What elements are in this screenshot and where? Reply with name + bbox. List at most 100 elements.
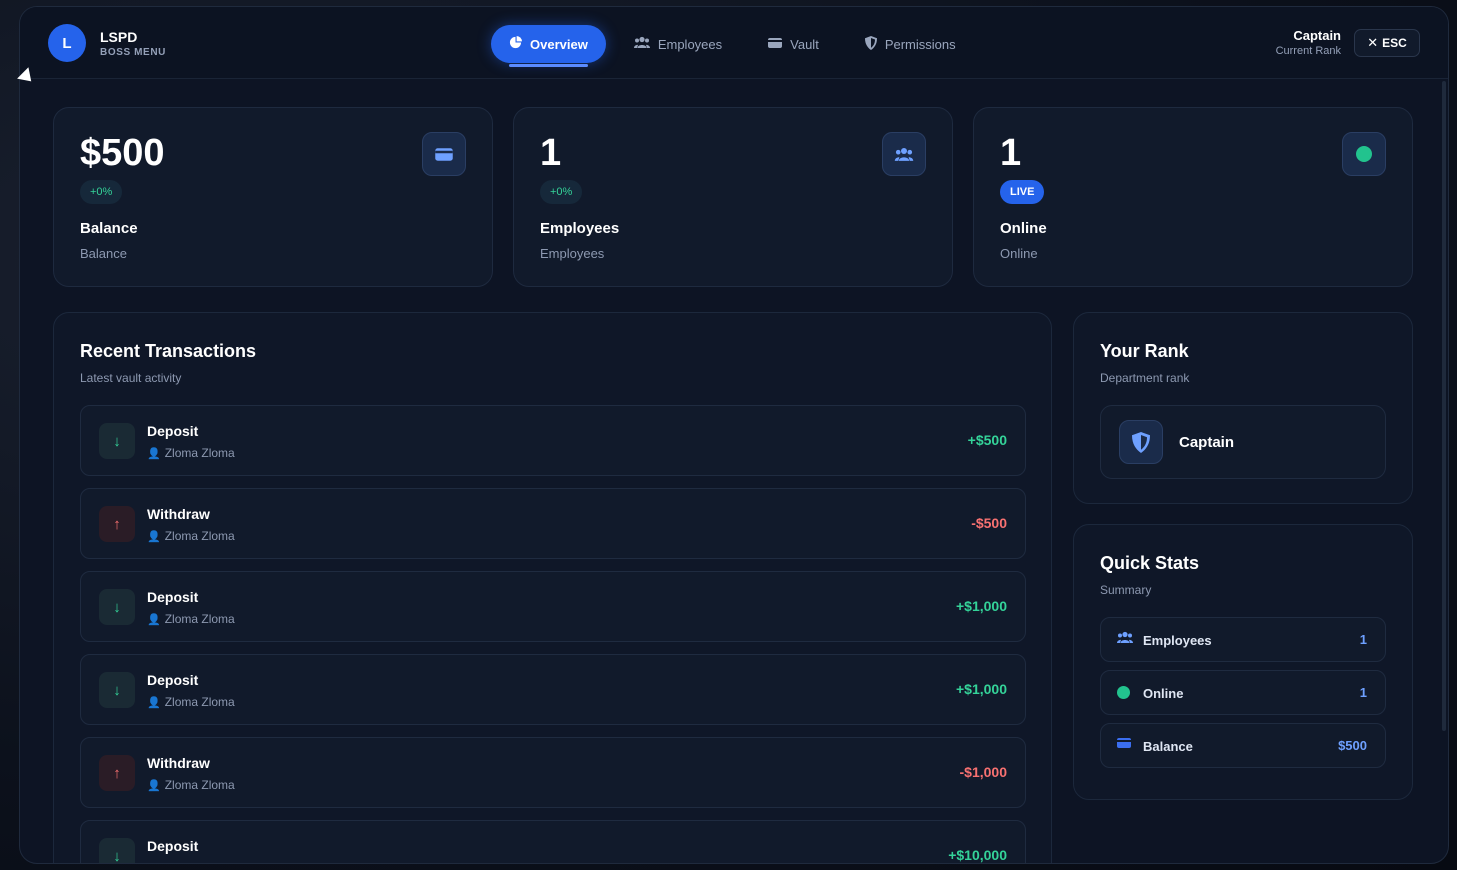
quick-stat-value: 1	[1359, 685, 1367, 700]
wallet-icon	[422, 132, 466, 176]
transaction-row[interactable]: ↓ Deposit +$10,000	[80, 820, 1026, 863]
stat-value: $500	[80, 132, 165, 174]
current-user: Captain Current Rank	[1276, 28, 1341, 57]
wallet-icon	[768, 37, 783, 52]
transaction-type: Deposit	[147, 672, 199, 688]
transaction-row[interactable]: ↓ Deposit 👤 Zloma Zloma +$500	[80, 405, 1026, 476]
transaction-row[interactable]: ↑ Withdraw 👤 Zloma Zloma -$500	[80, 488, 1026, 559]
user-rank: Captain	[1293, 28, 1341, 43]
arrow-up-icon: ↑	[99, 755, 135, 791]
users-icon	[633, 36, 650, 52]
stat-sub: Online	[1000, 246, 1038, 261]
transaction-amount: -$1,000	[959, 764, 1007, 780]
live-badge: LIVE	[1000, 180, 1045, 204]
transaction-type: Withdraw	[147, 506, 210, 522]
transaction-amount: -$500	[971, 515, 1007, 531]
transaction-row[interactable]: ↑ Withdraw 👤 Zloma Zloma -$1,000	[80, 737, 1026, 808]
header: L LSPD BOSS MENU Overview Employees Vaul…	[20, 7, 1448, 79]
panel-subtitle: Latest vault activity	[80, 371, 182, 385]
stat-label: Employees	[540, 220, 620, 237]
stat-change-badge: +0%	[80, 180, 123, 204]
transactions-panel: Recent Transactions Latest vault activit…	[53, 312, 1052, 863]
stat-sub: Employees	[540, 246, 605, 261]
arrow-down-icon: ↓	[99, 589, 135, 625]
user-icon: 👤	[147, 779, 161, 792]
wallet-icon	[1117, 737, 1131, 752]
quick-stat-value: 1	[1359, 632, 1367, 647]
transaction-type: Withdraw	[147, 755, 210, 771]
user-icon: 👤	[147, 447, 161, 460]
transaction-type: Deposit	[147, 838, 199, 854]
scrollbar[interactable]	[1442, 81, 1446, 731]
tab-label: Vault	[790, 36, 819, 52]
stat-card-online: 1 LIVE Online Online	[973, 107, 1413, 287]
brand-avatar: L	[48, 24, 86, 62]
tab-employees[interactable]: Employees	[616, 25, 740, 63]
tab-label: Employees	[657, 36, 723, 52]
user-rank-caption: Current Rank	[1275, 45, 1341, 57]
tab-permissions[interactable]: Permissions	[847, 25, 974, 63]
transaction-user: 👤 Zloma Zloma	[147, 695, 235, 709]
arrow-down-icon: ↓	[99, 838, 135, 863]
transaction-amount: +$500	[967, 432, 1007, 448]
quick-stat-label: Balance	[1143, 739, 1193, 754]
transaction-amount: +$10,000	[948, 847, 1007, 863]
main-nav: Overview Employees Vault Permissions	[491, 25, 984, 67]
stat-sub: Balance	[80, 246, 127, 261]
tab-overview[interactable]: Overview	[491, 25, 606, 67]
esc-label: ESC	[1382, 36, 1407, 50]
transaction-row[interactable]: ↓ Deposit 👤 Zloma Zloma +$1,000	[80, 571, 1026, 642]
arrow-down-icon: ↓	[99, 672, 135, 708]
panel-title: Your Rank	[1100, 341, 1189, 361]
stat-change-badge: +0%	[540, 180, 583, 204]
quick-stat-label: Online	[1143, 686, 1184, 701]
stat-label: Balance	[80, 220, 138, 237]
transaction-user: 👤 Zloma Zloma	[147, 778, 235, 792]
panel-subtitle: Department rank	[1100, 371, 1190, 385]
rank-panel: Your Rank Department rank Captain	[1073, 312, 1413, 504]
stat-card-employees: 1 +0% Employees Employees	[513, 107, 953, 287]
stat-label: Online	[1000, 220, 1047, 237]
status-dot-icon	[1342, 132, 1386, 176]
shield-icon	[1119, 420, 1163, 464]
quick-stat-label: Employees	[1143, 633, 1212, 648]
quick-stat-online: Online 1	[1100, 670, 1386, 715]
panel-title: Recent Transactions	[80, 341, 257, 361]
user-icon: 👤	[147, 613, 161, 626]
transaction-user: 👤 Zloma Zloma	[147, 529, 235, 543]
panel-subtitle: Summary	[1100, 583, 1152, 597]
transaction-amount: +$1,000	[956, 598, 1007, 614]
user-icon: 👤	[147, 530, 161, 543]
transaction-row[interactable]: ↓ Deposit 👤 Zloma Zloma +$1,000	[80, 654, 1026, 725]
rank-name: Captain	[1179, 434, 1235, 451]
quick-stat-employees: Employees 1	[1100, 617, 1386, 662]
users-icon	[882, 132, 926, 176]
transaction-type: Deposit	[147, 423, 199, 439]
close-icon: ✕	[1367, 35, 1379, 50]
tab-label: Permissions	[884, 36, 956, 52]
user-icon: 👤	[147, 696, 161, 709]
arrow-up-icon: ↑	[99, 506, 135, 542]
status-dot-icon	[1117, 686, 1130, 699]
transaction-type: Deposit	[147, 589, 199, 605]
rank-card: Captain	[1100, 405, 1386, 479]
transaction-user: 👤 Zloma Zloma	[147, 612, 235, 626]
brand-subtitle: BOSS MENU	[100, 46, 166, 58]
transaction-user: 👤 Zloma Zloma	[147, 446, 235, 460]
brand: L LSPD BOSS MENU	[48, 24, 166, 62]
stat-value: 1	[540, 132, 562, 174]
tab-vault[interactable]: Vault	[750, 25, 837, 63]
quick-stat-value: $500	[1338, 738, 1367, 753]
boss-menu-window: L LSPD BOSS MENU Overview Employees Vaul…	[19, 6, 1449, 864]
users-icon	[1117, 631, 1133, 647]
quick-stat-balance: Balance $500	[1100, 723, 1386, 768]
transaction-amount: +$1,000	[956, 681, 1007, 697]
stat-card-balance: $500 +0% Balance Balance	[53, 107, 493, 287]
stat-value: 1	[1000, 132, 1022, 174]
pie-chart-icon	[509, 36, 522, 52]
tab-label: Overview	[530, 36, 588, 52]
panel-title: Quick Stats	[1100, 553, 1200, 573]
arrow-down-icon: ↓	[99, 423, 135, 459]
esc-button[interactable]: ✕ ESC	[1354, 29, 1420, 57]
shield-icon	[864, 35, 877, 53]
